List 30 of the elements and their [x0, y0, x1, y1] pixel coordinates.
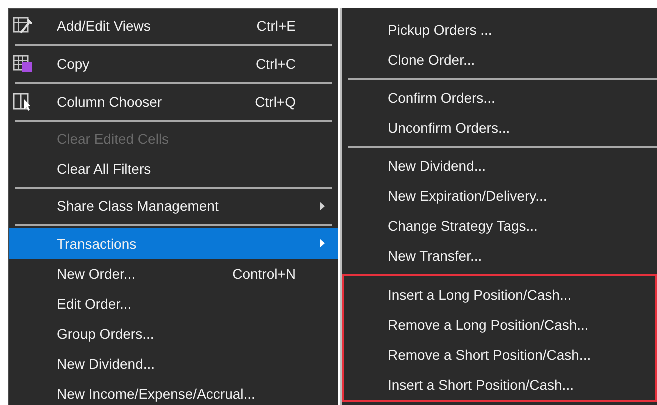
menu-item[interactable]: Group Orders... [9, 319, 338, 349]
menu-item[interactable]: Insert a Short Position/Cash... [344, 370, 655, 400]
menu-item[interactable]: New Dividend... [342, 151, 657, 181]
menu-item[interactable]: New Expiration/Delivery... [342, 181, 657, 211]
shortcut-label: Ctrl+Q [255, 94, 296, 110]
menu-item[interactable]: Remove a Short Position/Cash... [344, 340, 655, 370]
menu-item[interactable]: Share Class Management [9, 191, 338, 221]
menu-item[interactable]: Unconfirm Orders... [342, 113, 657, 143]
menu-item[interactable]: Clear All Filters [9, 154, 338, 184]
menu-item[interactable]: Insert a Long Position/Cash... [344, 280, 655, 310]
menu-item[interactable]: New Dividend... [9, 349, 338, 379]
menu-item[interactable]: Edit Order... [9, 289, 338, 319]
edit-views-icon [13, 17, 33, 35]
menu-item[interactable]: Transactions [9, 228, 338, 259]
menu-item[interactable]: Copy Ctrl+C [9, 48, 338, 80]
menu-item[interactable]: Confirm Orders... [342, 83, 657, 113]
copy-icon [13, 55, 33, 73]
menu-item[interactable]: Column Chooser Ctrl+Q [9, 86, 338, 118]
menu-item[interactable]: Change Strategy Tags... [342, 211, 657, 241]
menu-item[interactable]: Add/Edit Views Ctrl+E [9, 10, 338, 42]
menu-item[interactable]: New Transfer... [342, 241, 657, 271]
shortcut-label: Ctrl+E [256, 18, 296, 34]
menu-item[interactable]: New Income/Expense/Accrual... [9, 379, 338, 405]
menu-item[interactable]: Clone Order... [342, 45, 657, 75]
menu-item[interactable]: Remove a Long Position/Cash... [344, 310, 655, 340]
column-chooser-icon [13, 93, 33, 111]
shortcut-label: Control+N [232, 266, 296, 282]
shortcut-label: Ctrl+C [256, 56, 296, 72]
menu-item[interactable]: Pickup Orders ... [342, 15, 657, 45]
menu-item[interactable]: New Order... Control+N [9, 259, 338, 289]
